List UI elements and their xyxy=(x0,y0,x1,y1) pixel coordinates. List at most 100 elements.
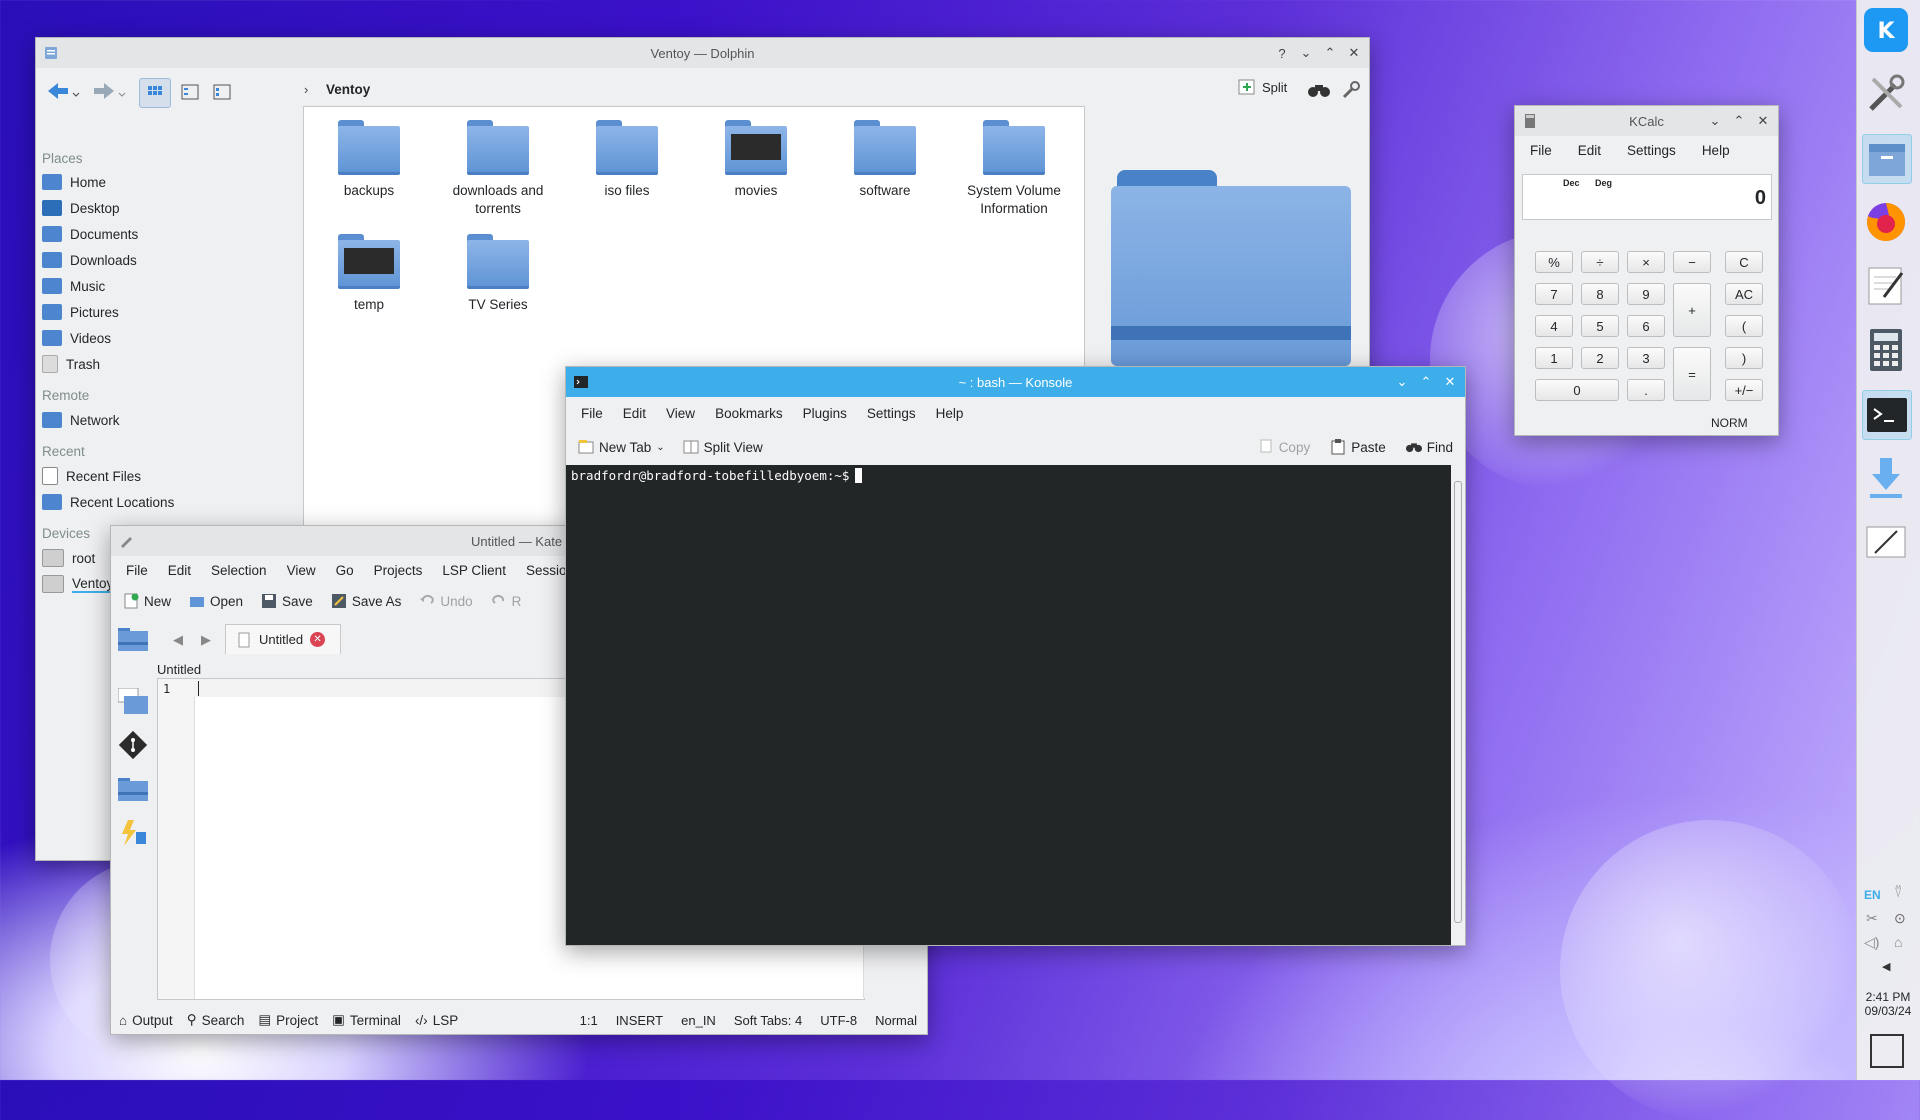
maximize-icon[interactable]: ⌃ xyxy=(1417,373,1435,391)
folder-item[interactable]: movies xyxy=(696,120,816,220)
nine-button[interactable]: 9 xyxy=(1627,283,1665,305)
open-button[interactable]: Open xyxy=(183,589,249,613)
menu-bookmarks[interactable]: Bookmarks xyxy=(706,406,792,421)
equals-button[interactable]: = xyxy=(1673,347,1711,401)
dolphin-task[interactable] xyxy=(1862,134,1912,184)
split-view-button[interactable]: Split View xyxy=(677,435,769,459)
minimize-icon[interactable]: ⌄ xyxy=(1297,44,1315,62)
close-paren-button[interactable]: ) xyxy=(1725,347,1763,369)
terminal-toolview-button[interactable]: ▣ Terminal xyxy=(332,1012,401,1028)
menu-lsp-client[interactable]: LSP Client xyxy=(433,563,515,578)
notifications-icon[interactable]: ⍢ xyxy=(1894,884,1902,901)
breadcrumb[interactable]: Ventoy xyxy=(326,82,370,97)
folder-item[interactable]: System Volume Information xyxy=(954,120,1074,220)
folder-item[interactable]: software xyxy=(825,120,945,220)
plus-button[interactable]: + xyxy=(1673,283,1711,337)
sidebar-item-ventoy[interactable]: Ventoy xyxy=(42,572,114,596)
kcalc-task[interactable] xyxy=(1862,326,1910,374)
minus-button[interactable]: − xyxy=(1673,251,1711,273)
tab-next-icon[interactable]: ▶ xyxy=(201,632,211,648)
clipboard-scissors-icon[interactable]: ✂ xyxy=(1866,910,1878,927)
documents-folder-icon[interactable] xyxy=(118,628,148,652)
clear-button[interactable]: C xyxy=(1725,251,1763,273)
konsole-task[interactable] xyxy=(1862,390,1912,440)
kwrite-task[interactable] xyxy=(1862,262,1910,310)
dolphin-titlebar[interactable]: Ventoy — Dolphin ? ⌄ ⌃ ✕ xyxy=(36,38,1369,68)
project-toolview-button[interactable]: ▤ Project xyxy=(258,1012,318,1028)
digital-clock[interactable]: 2:41 PM 09/03/24 xyxy=(1858,990,1918,1018)
git-icon[interactable] xyxy=(118,730,148,760)
sidebar-item-root[interactable]: root xyxy=(42,546,95,570)
terminal-area[interactable]: bradfordr@bradford-tobefilledbyoem:~$ xyxy=(566,465,1451,945)
two-button[interactable]: 2 xyxy=(1581,347,1619,369)
symbols-icon[interactable] xyxy=(118,818,148,848)
terminal-scrollbar[interactable] xyxy=(1451,465,1465,945)
kate-task[interactable] xyxy=(1862,518,1910,566)
menu-projects[interactable]: Projects xyxy=(365,563,432,578)
tools-icon[interactable] xyxy=(1341,80,1361,100)
maximize-icon[interactable]: ⌃ xyxy=(1321,44,1339,62)
menu-go[interactable]: Go xyxy=(327,563,363,578)
menu-edit[interactable]: Edit xyxy=(159,563,200,578)
copy-button[interactable]: Copy xyxy=(1252,435,1317,459)
cursor-position[interactable]: 1:1 xyxy=(580,1013,598,1028)
sidebar-item-documents[interactable]: Documents xyxy=(42,222,138,246)
all-clear-button[interactable]: AC xyxy=(1725,283,1763,305)
save-button[interactable]: Save xyxy=(255,589,319,613)
find-button[interactable]: Find xyxy=(1400,435,1459,459)
search-toolview-button[interactable]: ⚲ Search xyxy=(187,1012,245,1028)
encoding[interactable]: UTF-8 xyxy=(820,1013,857,1028)
details-view-icon[interactable] xyxy=(213,84,231,100)
show-desktop-button[interactable] xyxy=(1870,1034,1904,1068)
menu-settings[interactable]: Settings xyxy=(858,406,925,421)
folder-item[interactable]: iso files xyxy=(567,120,687,220)
open-paren-button[interactable]: ( xyxy=(1725,315,1763,337)
sidebar-item-music[interactable]: Music xyxy=(42,274,105,298)
scrollbar-handle[interactable] xyxy=(1454,481,1462,923)
edit-mode[interactable]: INSERT xyxy=(616,1013,663,1028)
folder-item[interactable]: backups xyxy=(309,120,429,220)
paste-button[interactable]: Paste xyxy=(1324,435,1392,459)
sidebar-item-recent-locations[interactable]: Recent Locations xyxy=(42,490,174,514)
volume-icon[interactable]: ◁) xyxy=(1864,934,1879,951)
menu-plugins[interactable]: Plugins xyxy=(794,406,856,421)
folder-item[interactable]: downloads and torrents xyxy=(438,120,558,220)
back-arrow-icon[interactable] xyxy=(46,81,80,101)
undo-button[interactable]: Undo xyxy=(413,589,478,613)
compact-view-icon[interactable] xyxy=(181,84,199,100)
sidebar-item-videos[interactable]: Videos xyxy=(42,326,111,350)
forward-arrow-icon[interactable] xyxy=(92,81,126,101)
system-settings-task[interactable] xyxy=(1862,70,1910,118)
keyboard-layout[interactable]: EN xyxy=(1864,888,1881,902)
search-binoculars-icon[interactable] xyxy=(1308,82,1330,98)
tab-prev-icon[interactable]: ◀ xyxy=(173,632,183,648)
folder-item[interactable]: TV Series xyxy=(438,234,558,334)
redo-button[interactable]: R xyxy=(485,589,528,613)
menu-help[interactable]: Help xyxy=(927,406,973,421)
help-icon[interactable]: ? xyxy=(1273,44,1291,62)
save-as-button[interactable]: Save As xyxy=(325,589,408,613)
icons-view-button[interactable] xyxy=(139,78,171,108)
close-icon[interactable]: ✕ xyxy=(1441,373,1459,391)
tab-untitled[interactable]: Untitled ✕ xyxy=(225,624,341,654)
sidebar-item-downloads[interactable]: Downloads xyxy=(42,248,137,272)
expand-tray-icon[interactable]: ◀ xyxy=(1882,960,1890,973)
dictionary[interactable]: en_IN xyxy=(681,1013,716,1028)
divide-button[interactable]: ÷ xyxy=(1581,251,1619,273)
sidebar-item-home[interactable]: Home xyxy=(42,170,106,194)
new-button[interactable]: New xyxy=(117,589,177,613)
menu-file[interactable]: File xyxy=(117,563,157,578)
five-button[interactable]: 5 xyxy=(1581,315,1619,337)
konsole-titlebar[interactable]: ~ : bash — Konsole ⌄ ⌃ ✕ xyxy=(566,367,1465,397)
indentation[interactable]: Soft Tabs: 4 xyxy=(734,1013,802,1028)
close-icon[interactable]: ✕ xyxy=(1345,44,1363,62)
sidebar-item-pictures[interactable]: Pictures xyxy=(42,300,119,324)
sidebar-item-trash[interactable]: Trash xyxy=(42,352,100,376)
menu-edit[interactable]: Edit xyxy=(614,406,655,421)
projects-icon[interactable] xyxy=(118,688,148,714)
percent-button[interactable]: % xyxy=(1535,251,1573,273)
eight-button[interactable]: 8 xyxy=(1581,283,1619,305)
menu-selection[interactable]: Selection xyxy=(202,563,276,578)
sidebar-item-desktop[interactable]: Desktop xyxy=(42,196,120,220)
one-button[interactable]: 1 xyxy=(1535,347,1573,369)
